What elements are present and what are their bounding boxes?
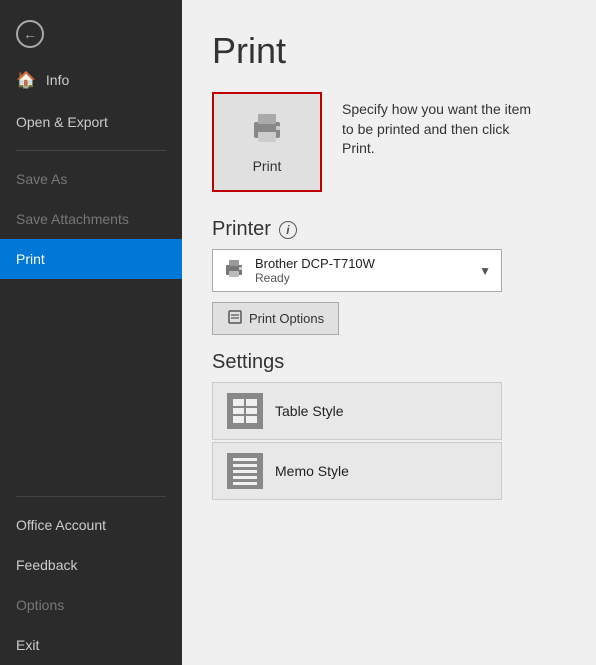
sidebar-item-options[interactable]: Options — [0, 585, 182, 625]
options-label: Options — [16, 597, 64, 613]
sidebar-bottom: Office Account Feedback Options Exit — [0, 488, 182, 665]
sidebar-item-office-account[interactable]: Office Account — [0, 505, 182, 545]
print-button[interactable]: Print — [212, 92, 322, 192]
print-options-icon — [227, 309, 243, 328]
table-style-label: Table Style — [275, 403, 343, 419]
print-description: Specify how you want the item to be prin… — [342, 92, 542, 159]
table-icon-grid — [233, 399, 257, 423]
sidebar-divider-bottom — [16, 496, 166, 497]
sidebar-item-save-as[interactable]: Save As — [0, 159, 182, 199]
sidebar-item-print[interactable]: Print — [0, 239, 182, 279]
memo-style-label: Memo Style — [275, 463, 349, 479]
sidebar-item-open-export[interactable]: Open & Export — [0, 102, 182, 142]
feedback-label: Feedback — [16, 557, 77, 573]
sidebar-item-label: Save Attachments — [16, 211, 129, 227]
back-button[interactable]: ← — [0, 10, 182, 58]
printer-dropdown-arrow: ▼ — [479, 264, 491, 278]
sidebar-item-label: Save As — [16, 171, 67, 187]
sidebar: ← 🏠 Info Open & Export Save As Save Atta… — [0, 0, 182, 665]
info-icon[interactable]: i — [279, 221, 297, 239]
sidebar-item-exit[interactable]: Exit — [0, 625, 182, 665]
sidebar-item-label: Info — [46, 72, 69, 88]
printer-info: Brother DCP-T710W Ready — [255, 256, 479, 285]
sidebar-item-label: Open & Export — [16, 114, 108, 130]
sidebar-item-feedback[interactable]: Feedback — [0, 545, 182, 585]
table-style-icon — [227, 393, 263, 429]
table-style-option[interactable]: Table Style — [212, 382, 502, 440]
printer-name: Brother DCP-T710W — [255, 256, 479, 271]
print-options-button[interactable]: Print Options — [212, 302, 339, 335]
printer-select-icon — [223, 258, 245, 283]
print-options-label: Print Options — [249, 311, 324, 326]
sidebar-item-save-attachments[interactable]: Save Attachments — [0, 199, 182, 239]
printer-status: Ready — [255, 271, 479, 285]
memo-icon-lines — [233, 458, 257, 485]
sidebar-item-label: Print — [16, 251, 45, 267]
home-icon: 🏠 — [16, 70, 36, 90]
memo-style-option[interactable]: Memo Style — [212, 442, 502, 500]
printer-section-label: Printer — [212, 218, 271, 241]
settings-section-label: Settings — [212, 351, 566, 374]
printer-icon — [248, 110, 286, 152]
sidebar-item-info[interactable]: 🏠 Info — [0, 58, 182, 102]
print-button-label: Print — [253, 158, 282, 174]
back-icon: ← — [16, 20, 44, 48]
printer-section: Printer i — [212, 218, 566, 241]
main-content: Print Print Specify how you want the ite… — [182, 0, 596, 665]
page-title: Print — [212, 30, 566, 72]
office-account-label: Office Account — [16, 517, 106, 533]
memo-style-icon — [227, 453, 263, 489]
exit-label: Exit — [16, 637, 39, 653]
sidebar-divider — [16, 150, 166, 151]
print-top-row: Print Specify how you want the item to b… — [212, 92, 566, 202]
printer-select[interactable]: Brother DCP-T710W Ready ▼ — [212, 249, 502, 292]
